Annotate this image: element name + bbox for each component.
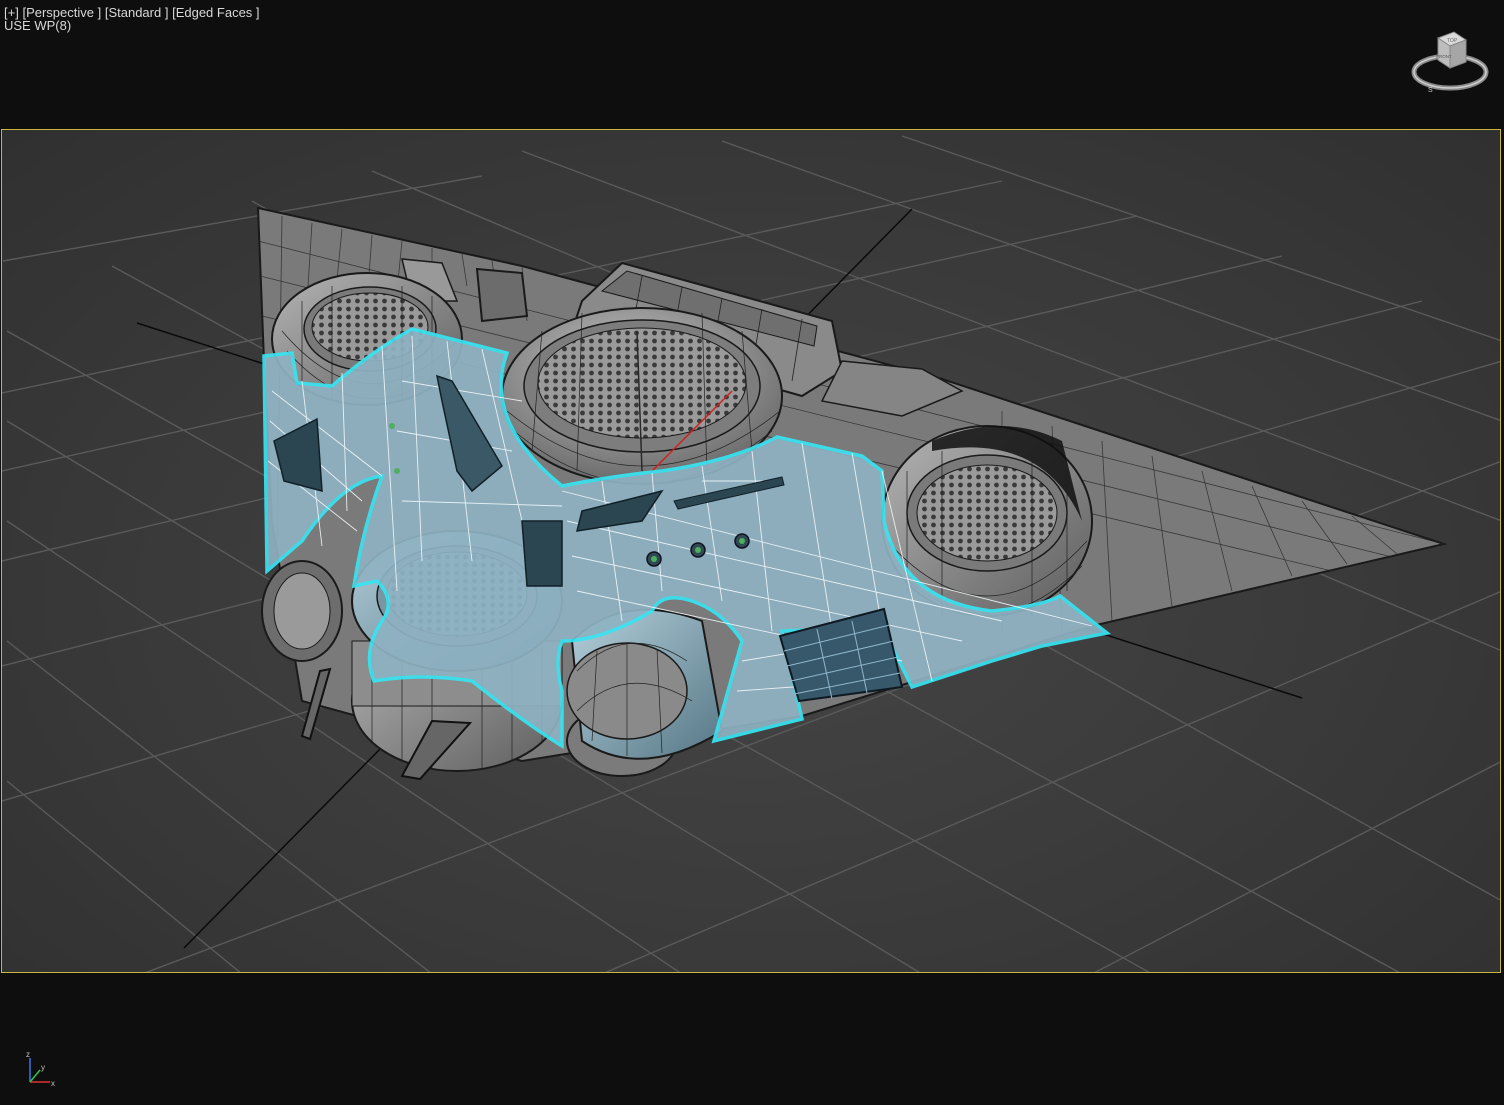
axis-x-label: x [51,1079,55,1088]
viewcube-compass-label: S [1428,87,1433,94]
viewport-label-bar: [+] [Perspective ] [Standard ] [Edged Fa… [4,6,260,32]
viewcube-top-label: TOP [1447,38,1458,44]
thruster-left[interactable] [261,560,343,662]
axis-y-label: y [41,1063,45,1072]
viewcube-front-label: FRONT [1436,54,1452,59]
safe-frame[interactable] [1,129,1501,973]
viewport-display-mode-menu[interactable]: [Edged Faces ] [172,5,259,20]
axis-z-label: z [26,1050,30,1059]
axis-tripod-icon: z y x [26,1050,55,1088]
viewport-shading-preset-menu[interactable]: [Standard ] [105,5,169,20]
viewport-scene[interactable] [2,130,1501,973]
viewcube-icon[interactable]: TOP FRONT S [1410,28,1490,98]
workplane-label: USE WP(8) [4,18,72,33]
